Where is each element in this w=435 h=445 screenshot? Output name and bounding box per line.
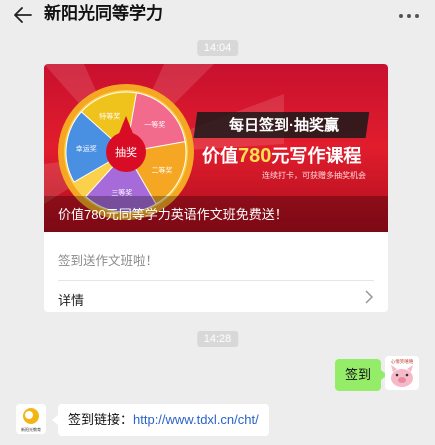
- promo-line2-prefix: 价值: [202, 145, 238, 166]
- wheel-segment-label: 幸运奖: [76, 144, 97, 153]
- svg-text:心情笑嘻嘻: 心情笑嘻嘻: [391, 358, 414, 365]
- wheel-segment-label: 一等奖: [144, 120, 165, 129]
- user-avatar[interactable]: 心情笑嘻嘻: [385, 356, 419, 390]
- top-bar: 新阳光同等学力: [0, 0, 435, 30]
- bot-message-label: 签到链接：: [68, 412, 134, 427]
- chat-title: 新阳光同等学力: [44, 4, 163, 23]
- svg-text:价值780元写作课程: 价值780元写作课程: [202, 145, 361, 167]
- promo-amount: 780: [238, 145, 271, 167]
- article-description: 签到送作文班啦！: [58, 254, 159, 268]
- promo-line1: 每日签到·抽奖赢: [229, 116, 339, 134]
- article-card[interactable]: 特等奖 一等奖 幸运奖 二等奖 三等奖 抽奖 每日签到·抽奖赢 价值780元写作课程 连…: [44, 64, 388, 312]
- sun-logo-icon: 新阳光教育: [16, 404, 46, 434]
- banner-caption: 价值780元同等学力英语作文班免费送！: [58, 207, 288, 222]
- timestamp: 14:04: [196, 40, 239, 56]
- bot-message-bubble: 签到链接：http://www.tdxl.cn/cht/: [52, 404, 269, 436]
- promo-text: 每日签到·抽奖赢 价值780元写作课程 连续打卡，可获赠多抽奖机会: [193, 112, 370, 180]
- wheel-segment-label: 特等奖: [99, 111, 120, 120]
- official-account-avatar[interactable]: 新阳光教育: [16, 404, 46, 434]
- article-banner: 特等奖 一等奖 幸运奖 二等奖 三等奖 抽奖 每日签到·抽奖赢 价值780元写作课程 连…: [44, 64, 388, 232]
- promo-sub: 连续打卡，可获赠多抽奖机会: [262, 170, 366, 180]
- chevron-right-icon[interactable]: [364, 290, 374, 304]
- wheel-center-label: 抽奖: [115, 145, 137, 159]
- detail-link[interactable]: 详情: [58, 290, 84, 309]
- back-arrow-icon[interactable]: [12, 4, 34, 26]
- timestamp: 14:28: [196, 331, 239, 347]
- svg-text:新阳光教育: 新阳光教育: [21, 426, 41, 432]
- user-message-bubble[interactable]: 签到: [334, 359, 388, 391]
- more-dots-icon[interactable]: [399, 8, 419, 24]
- promo-line2-suffix: 元写作课程: [271, 145, 361, 166]
- pig-avatar-icon: 心情笑嘻嘻: [385, 356, 419, 390]
- wheel-segment-label: 二等奖: [151, 166, 172, 175]
- card-divider: [58, 280, 374, 281]
- sign-in-link[interactable]: http://www.tdxl.cn/cht/: [133, 412, 259, 427]
